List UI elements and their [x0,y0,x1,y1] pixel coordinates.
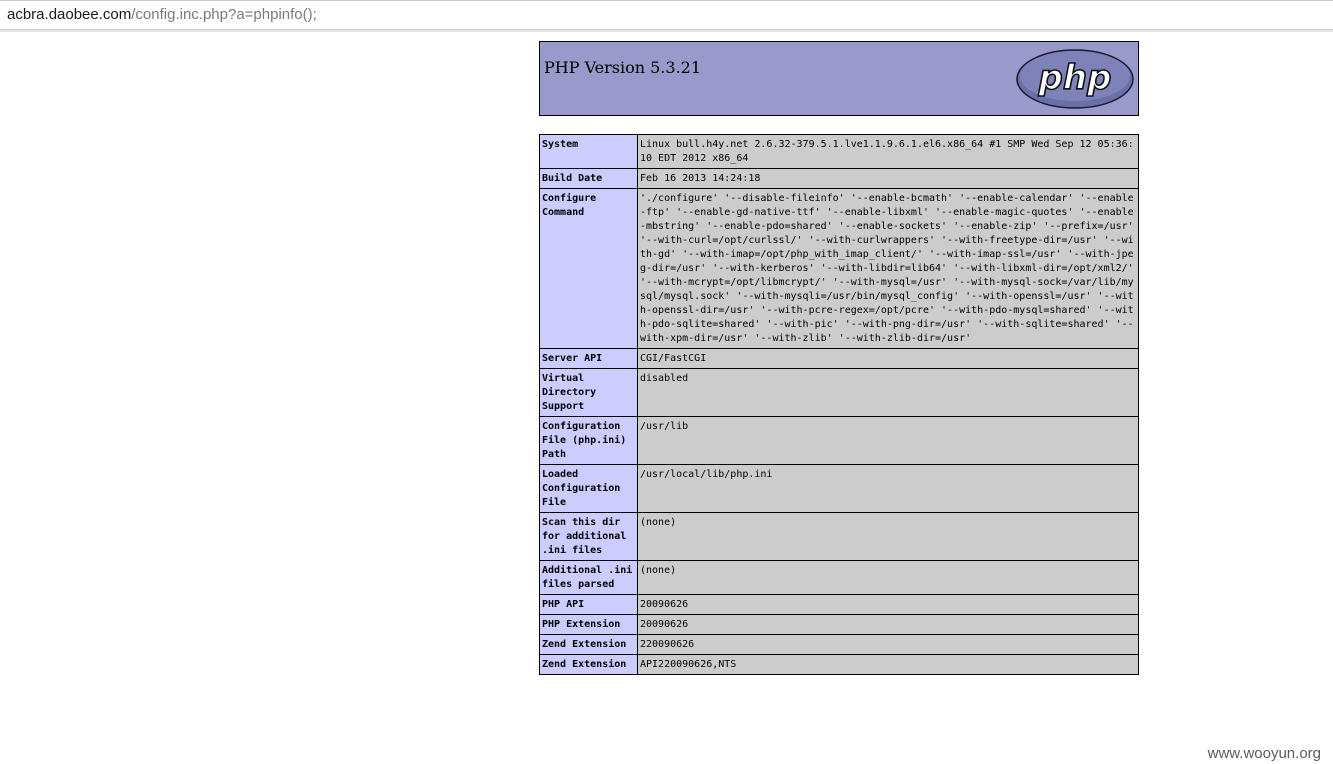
row-label: PHP API [539,594,638,615]
row-value: /usr/lib [637,416,1139,465]
table-row: Virtual Directory Support disabled [539,368,1139,417]
url-host: acbra.daobee.com [7,6,132,23]
address-bar[interactable]: acbra.daobee.com/config.inc.php?a=phpinf… [0,0,1333,30]
row-label: Build Date [539,168,638,189]
row-label: Server API [539,348,638,369]
row-label: System [539,134,638,169]
table-row: Scan this dir for additional .ini files(… [539,512,1139,561]
row-label: PHP Extension [539,614,638,635]
table-row: Server API CGI/FastCGI [539,348,1139,369]
row-value: Linux bull.h4y.net 2.6.32-379.5.1.lve1.1… [637,134,1139,169]
row-value: /usr/local/lib/php.ini [637,464,1139,513]
row-value: disabled [637,368,1139,417]
row-value: 20090626 [637,594,1139,615]
row-label: Additional .ini files parsed [539,560,638,595]
table-row: Configure Command './configure' '--disabl… [539,188,1139,349]
row-label: Virtual Directory Support [539,368,638,417]
row-value: './configure' '--disable-fileinfo' '--en… [637,188,1139,349]
table-row: Loaded Configuration File/usr/local/lib/… [539,464,1139,513]
row-label: Configuration File (php.ini) Path [539,416,638,465]
row-value: CGI/FastCGI [637,348,1139,369]
row-value: 20090626 [637,614,1139,635]
url-text[interactable]: acbra.daobee.com/config.inc.php?a=phpinf… [7,6,317,23]
php-logo-text: php [1038,58,1112,98]
row-label: Scan this dir for additional .ini files [539,512,638,561]
table-row: Zend Extension API220090626,NTS [539,654,1139,675]
table-row: PHP Extension 20090626 [539,614,1139,635]
row-label: Zend Extension [539,634,638,655]
watermark: www.wooyun.org [1183,744,1333,764]
php-logo-icon[interactable]: php [1015,48,1135,110]
row-value: API220090626,NTS [637,654,1139,675]
row-label: Zend Extension [539,654,638,675]
phpinfo-table: System Linux bull.h4y.net 2.6.32-379.5.1.… [539,134,1139,675]
page-title: PHP Version 5.3.21 [544,58,702,77]
table-row: Build Date Feb 16 2013 14:24:18 [539,168,1139,189]
row-value: (none) [637,512,1139,561]
table-row: Zend Extension 220090626 [539,634,1139,655]
url-path: /config.inc.php?a=phpinfo(); [131,6,317,23]
table-row: Additional .ini files parsed (none) [539,560,1139,595]
row-label: Configure Command [539,188,638,349]
row-value: 220090626 [637,634,1139,655]
row-value: Feb 16 2013 14:24:18 [637,168,1139,189]
row-value: (none) [637,560,1139,595]
table-row: Configuration File (php.ini) Path/usr/li… [539,416,1139,465]
table-row: PHP API 20090626 [539,594,1139,615]
row-label: Loaded Configuration File [539,464,638,513]
table-row: System Linux bull.h4y.net 2.6.32-379.5.1.… [539,134,1139,169]
php-version-header: PHP Version 5.3.21 php [539,41,1139,116]
